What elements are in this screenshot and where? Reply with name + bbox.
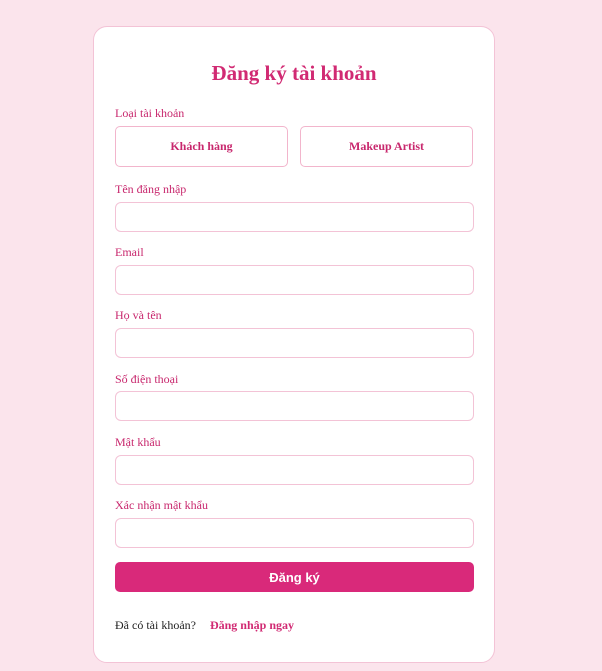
username-input[interactable] (115, 202, 474, 232)
email-label: Email (115, 245, 144, 259)
phone-label: Số điện thoại (115, 372, 179, 386)
email-input[interactable] (115, 265, 474, 295)
login-prompt: Đã có tài khoản? Đăng nhập ngay (115, 618, 294, 633)
phone-input[interactable] (115, 391, 474, 421)
password-label: Mật khẩu (115, 435, 161, 449)
register-submit-button[interactable]: Đăng ký (115, 562, 474, 592)
page-title: Đăng ký tài khoản (211, 61, 377, 85)
account-type-customer-button[interactable]: Khách hàng (115, 126, 288, 167)
account-type-makeup-artist-button[interactable]: Makeup Artist (300, 126, 473, 167)
register-card: Đăng ký tài khoản Loại tài khoản Khách h… (93, 26, 495, 663)
username-label: Tên đăng nhập (115, 182, 187, 196)
confirm-password-input[interactable] (115, 518, 474, 548)
login-prompt-text: Đã có tài khoản? (115, 618, 196, 632)
login-link[interactable]: Đăng nhập ngay (210, 618, 294, 632)
fullname-label: Họ và tên (115, 308, 162, 322)
fullname-input[interactable] (115, 328, 474, 358)
password-input[interactable] (115, 455, 474, 485)
confirm-password-label: Xác nhận mật khẩu (115, 498, 208, 512)
account-type-label: Loại tài khoản (115, 106, 185, 120)
